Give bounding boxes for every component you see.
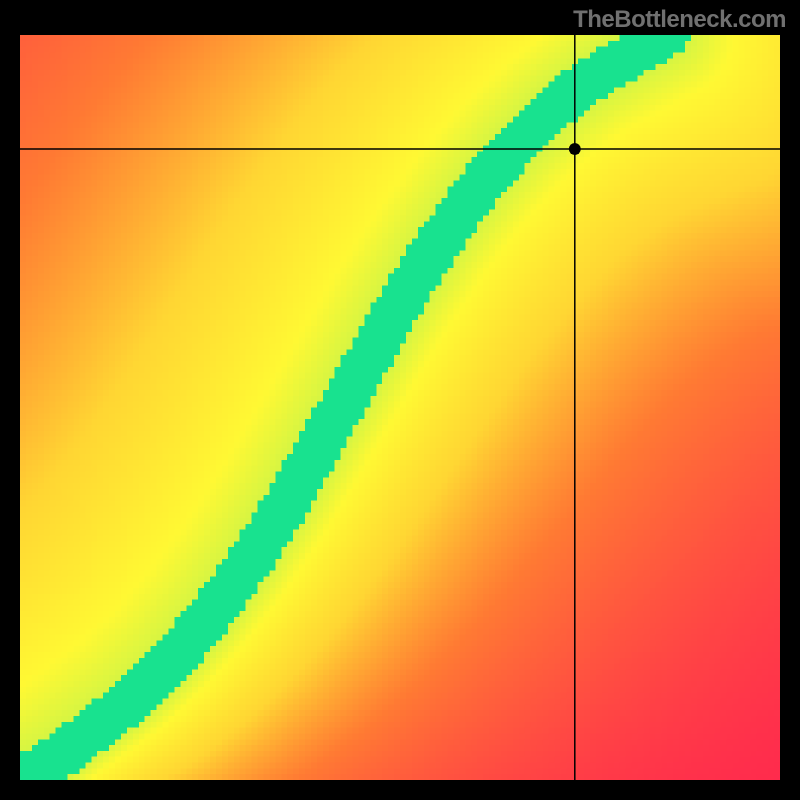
- watermark-text: TheBottleneck.com: [573, 6, 786, 34]
- chart-stage: TheBottleneck.com: [0, 0, 800, 800]
- overlay-canvas: [20, 35, 780, 780]
